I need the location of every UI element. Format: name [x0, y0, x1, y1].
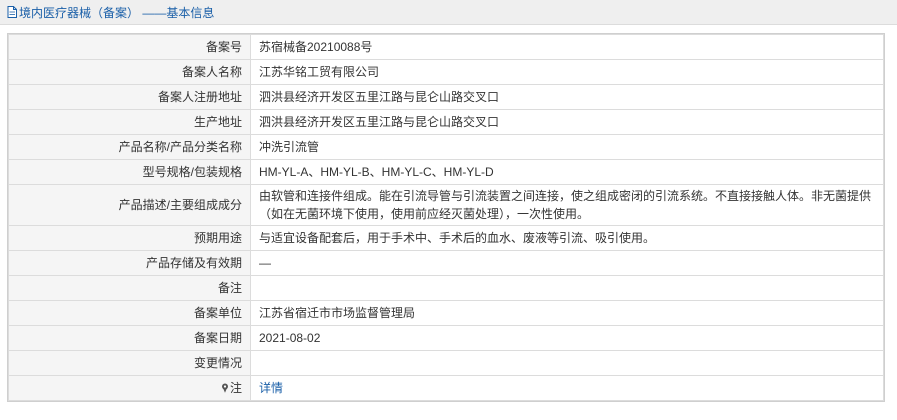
row-value-description: 由软管和连接件组成。能在引流导管与引流装置之间连接，使之组成密闭的引流系统。不直…	[250, 184, 884, 226]
details-link[interactable]: 详情	[259, 381, 283, 395]
row-label-note: 注	[8, 375, 251, 401]
table-row: 型号规格/包装规格 HM-YL-A、HM-YL-B、HM-YL-C、HM-YL-…	[8, 159, 884, 185]
row-value-remarks	[250, 275, 884, 301]
table-row: 备注	[8, 275, 884, 301]
note-label: 注	[229, 381, 242, 395]
row-value-storage-validity: —	[250, 250, 884, 276]
row-label-registrant-name: 备案人名称	[8, 59, 251, 85]
page-header: 境内医疗器械（备案） ——基本信息	[0, 0, 897, 25]
document-icon	[7, 6, 17, 18]
info-table: 备案号 苏宿械备20210088号 备案人名称 江苏华铭工贸有限公司 备案人注册…	[8, 34, 884, 401]
table-row: 产品名称/产品分类名称 冲洗引流管	[8, 134, 884, 160]
row-value-product-name: 冲洗引流管	[250, 134, 884, 160]
table-row: 预期用途 与适宜设备配套后，用于手术中、手术后的血水、废液等引流、吸引使用。	[8, 225, 884, 251]
row-value-production-address: 泗洪县经济开发区五里江路与昆仑山路交叉口	[250, 109, 884, 135]
row-value-record-number: 苏宿械备20210088号	[250, 34, 884, 60]
row-label-product-name: 产品名称/产品分类名称	[8, 134, 251, 160]
row-label-record-date: 备案日期	[8, 325, 251, 351]
row-label-model-spec: 型号规格/包装规格	[8, 159, 251, 185]
row-label-record-unit: 备案单位	[8, 300, 251, 326]
row-value-model-spec: HM-YL-A、HM-YL-B、HM-YL-C、HM-YL-D	[250, 159, 884, 185]
table-row: 备案单位 江苏省宿迁市市场监督管理局	[8, 300, 884, 326]
row-label-change-status: 变更情况	[8, 350, 251, 376]
table-row: 注 详情	[8, 375, 884, 401]
pin-icon	[221, 383, 228, 393]
row-value-note: 详情	[250, 375, 884, 401]
row-value-registered-address: 泗洪县经济开发区五里江路与昆仑山路交叉口	[250, 84, 884, 110]
table-row: 备案号 苏宿械备20210088号	[8, 34, 884, 60]
page-title: 境内医疗器械（备案）	[19, 5, 140, 20]
table-row: 备案人名称 江苏华铭工贸有限公司	[8, 59, 884, 85]
row-value-intended-use: 与适宜设备配套后，用于手术中、手术后的血水、废液等引流、吸引使用。	[250, 225, 884, 251]
table-row: 变更情况	[8, 350, 884, 376]
table-row: 备案日期 2021-08-02	[8, 325, 884, 351]
page-subtitle: ——基本信息	[142, 5, 215, 20]
table-row: 生产地址 泗洪县经济开发区五里江路与昆仑山路交叉口	[8, 109, 884, 135]
row-label-storage-validity: 产品存储及有效期	[8, 250, 251, 276]
info-panel: 备案号 苏宿械备20210088号 备案人名称 江苏华铭工贸有限公司 备案人注册…	[7, 33, 885, 402]
row-value-change-status	[250, 350, 884, 376]
table-row: 备案人注册地址 泗洪县经济开发区五里江路与昆仑山路交叉口	[8, 84, 884, 110]
row-label-production-address: 生产地址	[8, 109, 251, 135]
row-label-remarks: 备注	[8, 275, 251, 301]
table-row: 产品描述/主要组成成分 由软管和连接件组成。能在引流导管与引流装置之间连接，使之…	[8, 184, 884, 226]
row-value-registrant-name: 江苏华铭工贸有限公司	[250, 59, 884, 85]
row-label-record-number: 备案号	[8, 34, 251, 60]
row-label-description: 产品描述/主要组成成分	[8, 184, 251, 226]
row-value-record-unit: 江苏省宿迁市市场监督管理局	[250, 300, 884, 326]
row-label-registered-address: 备案人注册地址	[8, 84, 251, 110]
table-row: 产品存储及有效期 —	[8, 250, 884, 276]
row-value-record-date: 2021-08-02	[250, 325, 884, 351]
row-label-intended-use: 预期用途	[8, 225, 251, 251]
